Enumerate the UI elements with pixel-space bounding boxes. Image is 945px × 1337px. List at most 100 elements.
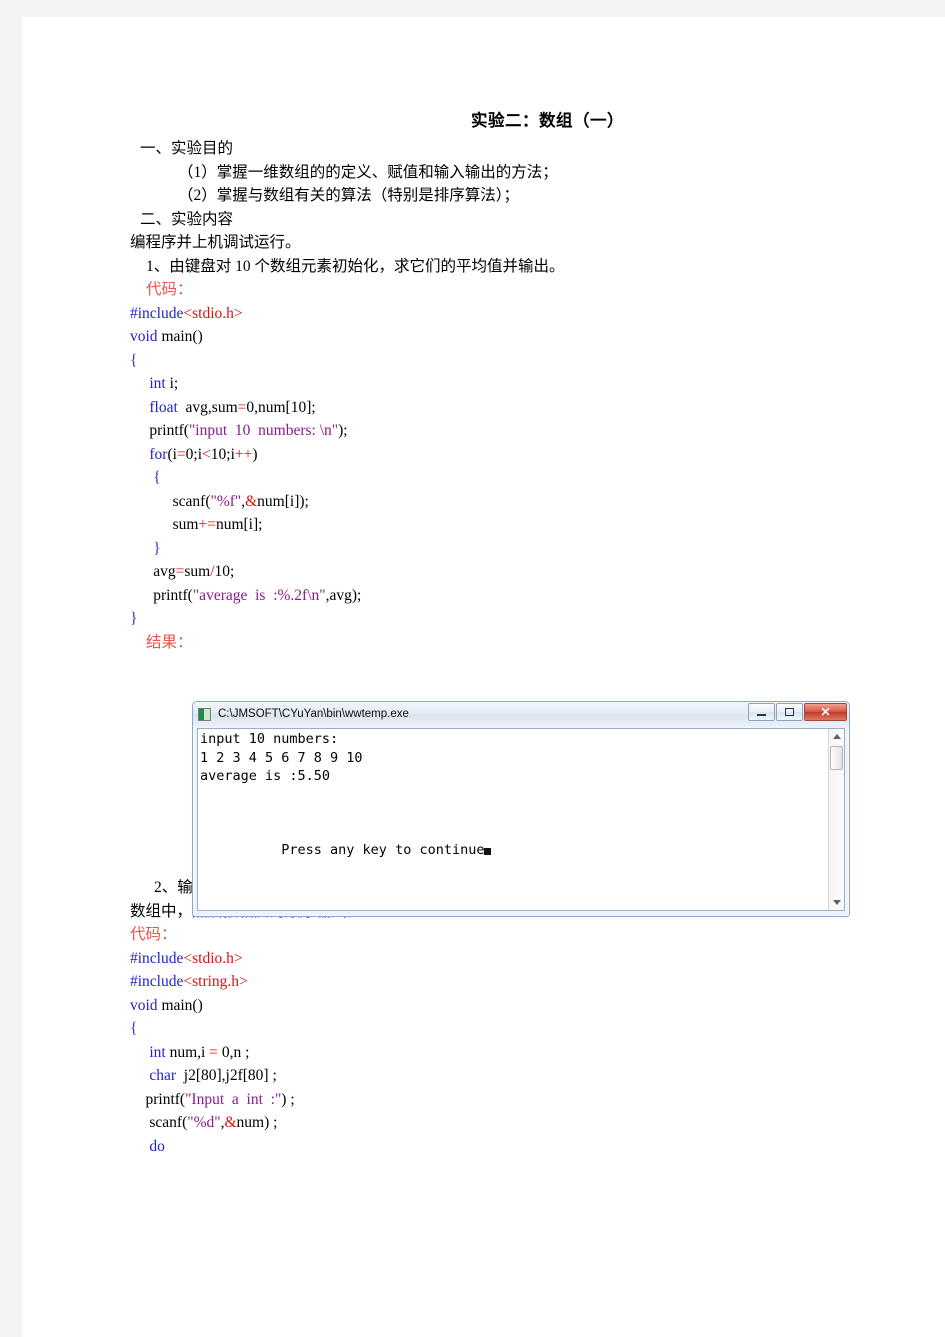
- console-line: input 10 numbers:: [200, 731, 339, 747]
- code-token: float: [149, 398, 178, 416]
- window-controls: ✕: [747, 703, 847, 721]
- console-scrollbar[interactable]: [828, 729, 844, 910]
- code-token: {: [153, 469, 161, 486]
- code-block-1-line: #include<stdio.h>: [130, 302, 830, 326]
- code-token: "%d": [187, 1114, 221, 1131]
- code-token: #include: [130, 304, 184, 322]
- code-block-2-line: printf("Input a int :") ;: [130, 1088, 830, 1112]
- code-token: avg,sum: [177, 398, 238, 416]
- console-line: Press any key to continue: [200, 841, 826, 860]
- code-token: <stdio.h>: [183, 949, 243, 967]
- code-block-1-line: avg=sum/10;: [130, 560, 830, 584]
- console-caret: [484, 848, 492, 855]
- code-token: do: [149, 1137, 165, 1155]
- code-token: scanf(: [130, 492, 211, 510]
- code-token: printf(: [130, 422, 189, 439]
- code-token: }: [153, 539, 161, 557]
- code-block-1-line: void main(): [130, 325, 830, 349]
- code-token: for: [149, 445, 168, 463]
- code-token: #include: [130, 949, 184, 967]
- code-token: void: [130, 328, 158, 345]
- code-block-1-line: printf("input 10 numbers: \n");: [130, 419, 830, 443]
- console-output-text: input 10 numbers: 1 2 3 4 5 6 7 8 9 10 ave…: [200, 730, 826, 860]
- scroll-down-arrow-icon[interactable]: [829, 895, 844, 910]
- code-token: "average is :%.2f\n": [192, 586, 326, 604]
- code-token: =: [209, 1043, 218, 1061]
- code-token: {: [130, 351, 138, 369]
- code-token: {: [130, 1020, 138, 1037]
- code-token: 0,n ;: [218, 1043, 250, 1061]
- document-content: 实验二：数组（一） 一、实验目的 （1）掌握一维数组的的定义、赋值和输入输出的方…: [130, 107, 830, 1158]
- code-block-2-line: #include<stdio.h>: [130, 947, 830, 971]
- code-token: int: [149, 1043, 166, 1061]
- code-block-1-line: printf("average is :%.2f\n",avg);: [130, 584, 830, 608]
- console-line: 1 2 3 4 5 6 7 8 9 10: [200, 749, 363, 766]
- maximize-button[interactable]: [776, 703, 803, 721]
- console-titlebar[interactable]: C:\JMSOFT\CYuYan\bin\wwtemp.exe ✕: [193, 702, 849, 726]
- console-window[interactable]: C:\JMSOFT\CYuYan\bin\wwtemp.exe ✕ input …: [192, 701, 850, 917]
- code-token: scanf(: [130, 1114, 188, 1131]
- code-block-1-line: {: [130, 466, 830, 490]
- code-block-1-line: sum+=num[i];: [130, 513, 830, 537]
- code-label-1: 代码：: [146, 281, 193, 298]
- code-token: sum: [184, 563, 211, 580]
- code-block-2-line: #include<string.h>: [130, 970, 830, 994]
- code-block-2: #include<stdio.h> #include<string.h> void …: [130, 947, 830, 1159]
- code-token: <: [202, 445, 211, 463]
- code-token: void: [130, 996, 158, 1014]
- code-token: ): [252, 445, 258, 463]
- code-token: printf(: [130, 1090, 186, 1108]
- code-block-1: #include<stdio.h> void main(){ int i; flo…: [130, 302, 830, 631]
- code-block-2-line: int num,i = 0,n ;: [130, 1041, 830, 1065]
- code-token: ) ;: [281, 1090, 295, 1108]
- close-icon: ✕: [820, 705, 831, 719]
- code-block-2-line: char j2[80],j2f[80] ;: [130, 1064, 830, 1088]
- code-token: avg: [130, 563, 176, 580]
- code-token: char: [149, 1067, 177, 1084]
- code-token: #include: [130, 973, 184, 990]
- console-app-icon: [198, 707, 211, 721]
- code-block-1-line: int i;: [130, 372, 830, 396]
- code-token: }: [130, 610, 138, 627]
- code-token: <stdio.h>: [183, 304, 243, 322]
- code-token: j2[80],j2f[80] ;: [176, 1067, 277, 1084]
- close-button[interactable]: ✕: [804, 703, 847, 721]
- code-token: 0;i: [185, 445, 203, 463]
- code-token: );: [338, 422, 348, 439]
- scrollbar-thumb[interactable]: [830, 746, 843, 770]
- code-token: num) ;: [236, 1114, 278, 1131]
- code-token: +=: [198, 516, 216, 533]
- minimize-icon: [749, 704, 774, 720]
- code-block-1-line: }: [130, 607, 830, 631]
- code-token: ,avg);: [325, 586, 362, 604]
- code-token: ++: [234, 445, 253, 463]
- code-token: &: [245, 492, 258, 510]
- code-block-1-line: scanf("%f",&num[i]);: [130, 490, 830, 514]
- code-token: sum: [130, 516, 199, 533]
- code-token: main(): [157, 328, 203, 345]
- code-token: (i: [167, 445, 177, 463]
- code-token: 0,num[10];: [246, 398, 316, 416]
- result-label-1: 结果：: [146, 633, 193, 651]
- code-token: "Input a int :": [185, 1090, 282, 1108]
- code-token: int: [149, 375, 166, 392]
- minimize-button[interactable]: [748, 703, 775, 721]
- code-block-2-line: {: [130, 1017, 830, 1041]
- code-block-2-line: scanf("%d",&num) ;: [130, 1111, 830, 1135]
- maximize-icon: [777, 704, 802, 720]
- code-block-1-line: {: [130, 349, 830, 373]
- console-output-area[interactable]: input 10 numbers: 1 2 3 4 5 6 7 8 9 10 ave…: [197, 728, 845, 911]
- objective-item-1: （1）掌握一维数组的的定义、赋值和输入输出的方法；: [178, 163, 558, 181]
- scroll-up-arrow-icon[interactable]: [829, 729, 844, 744]
- code-token: 10;: [214, 563, 235, 580]
- code-block-2-line: void main(): [130, 994, 830, 1018]
- code-token: <string.h>: [183, 973, 248, 990]
- code-token: 10;i: [210, 445, 235, 463]
